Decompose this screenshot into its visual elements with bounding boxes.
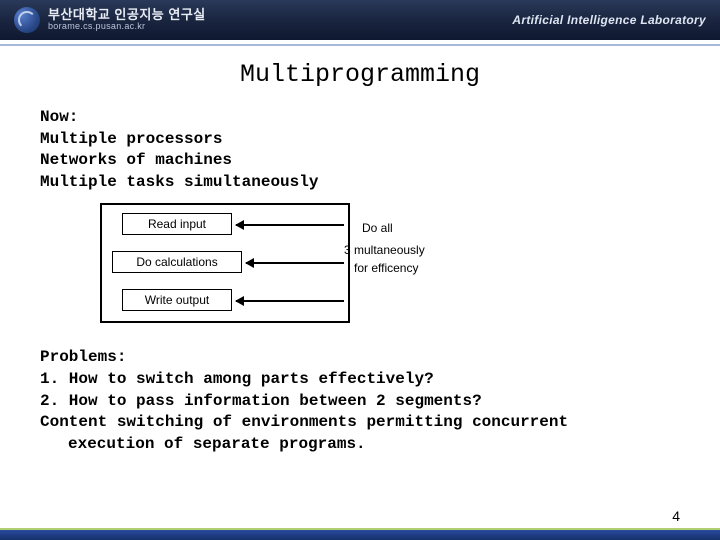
diagram-side-line3: for efficency	[354, 261, 418, 276]
page-number: 4	[672, 508, 680, 524]
problems-content-switching-b: execution of separate programs.	[40, 434, 366, 456]
header-left: 부산대학교 인공지능 연구실 borame.cs.pusan.ac.kr	[14, 7, 206, 33]
now-block: Now: Multiple processors Networks of mac…	[40, 107, 680, 193]
footer-bar	[0, 530, 720, 540]
problems-item2: 2. How to pass information between 2 seg…	[40, 392, 482, 410]
arrow-icon	[236, 224, 344, 226]
logo-icon	[14, 7, 40, 33]
header-bar: 부산대학교 인공지능 연구실 borame.cs.pusan.ac.kr Art…	[0, 0, 720, 40]
diagram-side-line2: 3 multaneously	[344, 243, 425, 258]
arrow-icon	[236, 300, 344, 302]
diagram-box-do-calculations: Do calculations	[112, 251, 242, 273]
diagram: Read input Do calculations Write output …	[100, 203, 500, 333]
slide-body: Multiprogramming Now: Multiple processor…	[0, 46, 720, 455]
header-title-block: 부산대학교 인공지능 연구실 borame.cs.pusan.ac.kr	[48, 8, 206, 31]
diagram-box-write-output: Write output	[122, 289, 232, 311]
slide-title: Multiprogramming	[40, 60, 680, 89]
diagram-side-line1: Do all	[362, 221, 393, 236]
org-name: 부산대학교 인공지능 연구실	[48, 8, 206, 22]
problems-block: Problems: 1. How to switch among parts e…	[40, 347, 680, 455]
org-url: borame.cs.pusan.ac.kr	[48, 22, 206, 31]
problems-heading: Problems:	[40, 348, 126, 366]
diagram-box-read-input: Read input	[122, 213, 232, 235]
problems-item1: 1. How to switch among parts effectively…	[40, 370, 434, 388]
lab-name: Artificial Intelligence Laboratory	[512, 13, 706, 27]
problems-content-switching-a: Content switching of environments permit…	[40, 413, 568, 431]
arrow-icon	[246, 262, 344, 264]
